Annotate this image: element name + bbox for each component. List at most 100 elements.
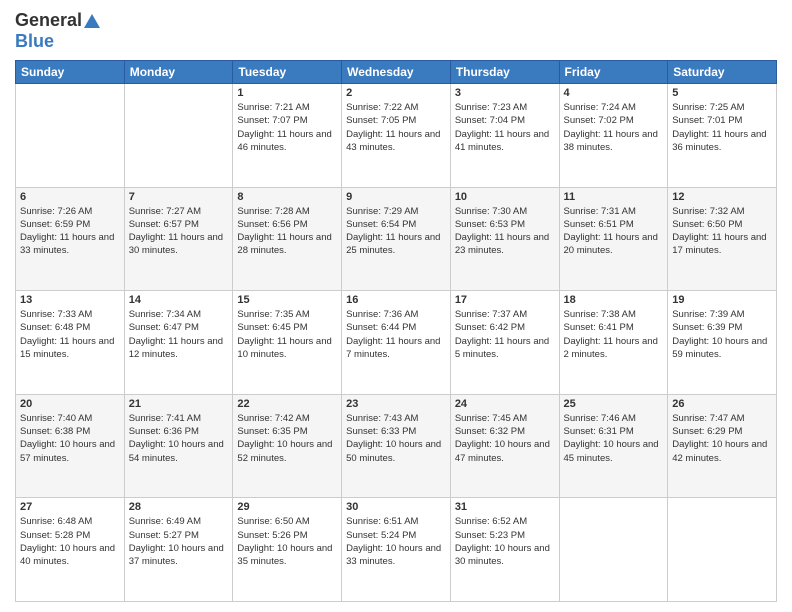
calendar-cell: 5 Sunrise: 7:25 AM Sunset: 7:01 PM Daylig… bbox=[668, 84, 777, 188]
day-info: Sunrise: 7:23 AM Sunset: 7:04 PM Dayligh… bbox=[455, 101, 555, 154]
calendar-week-row: 20 Sunrise: 7:40 AM Sunset: 6:38 PM Dayli… bbox=[16, 394, 777, 498]
day-info: Sunrise: 7:46 AM Sunset: 6:31 PM Dayligh… bbox=[564, 412, 664, 465]
day-number: 13 bbox=[20, 294, 120, 306]
calendar-cell: 22 Sunrise: 7:42 AM Sunset: 6:35 PM Dayli… bbox=[233, 394, 342, 498]
day-number: 31 bbox=[455, 501, 555, 513]
calendar-cell: 12 Sunrise: 7:32 AM Sunset: 6:50 PM Dayli… bbox=[668, 187, 777, 291]
day-number: 27 bbox=[20, 501, 120, 513]
day-number: 14 bbox=[129, 294, 229, 306]
day-info: Sunrise: 7:30 AM Sunset: 6:53 PM Dayligh… bbox=[455, 205, 555, 258]
day-number: 3 bbox=[455, 87, 555, 99]
day-number: 24 bbox=[455, 398, 555, 410]
day-number: 29 bbox=[237, 501, 337, 513]
day-info: Sunrise: 7:33 AM Sunset: 6:48 PM Dayligh… bbox=[20, 308, 120, 361]
day-number: 16 bbox=[346, 294, 446, 306]
day-number: 28 bbox=[129, 501, 229, 513]
day-info: Sunrise: 7:25 AM Sunset: 7:01 PM Dayligh… bbox=[672, 101, 772, 154]
calendar-cell: 14 Sunrise: 7:34 AM Sunset: 6:47 PM Dayli… bbox=[124, 291, 233, 395]
calendar-cell bbox=[16, 84, 125, 188]
calendar-cell: 11Sunrise: 7:31 AM Sunset: 6:51 PM Dayli… bbox=[559, 187, 668, 291]
logo-blue-text: Blue bbox=[15, 31, 54, 52]
day-number: 10 bbox=[455, 191, 555, 203]
day-number: 23 bbox=[346, 398, 446, 410]
day-number: 5 bbox=[672, 87, 772, 99]
day-number: 19 bbox=[672, 294, 772, 306]
day-info: Sunrise: 7:38 AM Sunset: 6:41 PM Dayligh… bbox=[564, 308, 664, 361]
day-number: 26 bbox=[672, 398, 772, 410]
day-number: 9 bbox=[346, 191, 446, 203]
calendar-header: SundayMondayTuesdayWednesdayThursdayFrid… bbox=[16, 61, 777, 84]
calendar-cell bbox=[559, 498, 668, 602]
calendar-cell: 23 Sunrise: 7:43 AM Sunset: 6:33 PM Dayli… bbox=[342, 394, 451, 498]
calendar-cell: 7 Sunrise: 7:27 AM Sunset: 6:57 PM Daylig… bbox=[124, 187, 233, 291]
day-number: 30 bbox=[346, 501, 446, 513]
calendar: SundayMondayTuesdayWednesdayThursdayFrid… bbox=[15, 60, 777, 602]
calendar-cell: 30Sunrise: 6:51 AM Sunset: 5:24 PM Dayli… bbox=[342, 498, 451, 602]
day-info: Sunrise: 7:29 AM Sunset: 6:54 PM Dayligh… bbox=[346, 205, 446, 258]
calendar-cell: 31 Sunrise: 6:52 AM Sunset: 5:23 PM Dayli… bbox=[450, 498, 559, 602]
day-number: 15 bbox=[237, 294, 337, 306]
calendar-cell: 24 Sunrise: 7:45 AM Sunset: 6:32 PM Dayli… bbox=[450, 394, 559, 498]
day-of-week-header: Thursday bbox=[450, 61, 559, 84]
day-info: Sunrise: 7:45 AM Sunset: 6:32 PM Dayligh… bbox=[455, 412, 555, 465]
day-info: Sunrise: 7:42 AM Sunset: 6:35 PM Dayligh… bbox=[237, 412, 337, 465]
day-info: Sunrise: 6:52 AM Sunset: 5:23 PM Dayligh… bbox=[455, 515, 555, 568]
calendar-cell: 6 Sunrise: 7:26 AM Sunset: 6:59 PM Daylig… bbox=[16, 187, 125, 291]
calendar-cell: 8 Sunrise: 7:28 AM Sunset: 6:56 PM Daylig… bbox=[233, 187, 342, 291]
day-info: Sunrise: 7:43 AM Sunset: 6:33 PM Dayligh… bbox=[346, 412, 446, 465]
day-info: Sunrise: 7:28 AM Sunset: 6:56 PM Dayligh… bbox=[237, 205, 337, 258]
calendar-cell: 17Sunrise: 7:37 AM Sunset: 6:42 PM Dayli… bbox=[450, 291, 559, 395]
calendar-cell: 15Sunrise: 7:35 AM Sunset: 6:45 PM Dayli… bbox=[233, 291, 342, 395]
day-info: Sunrise: 7:37 AM Sunset: 6:42 PM Dayligh… bbox=[455, 308, 555, 361]
calendar-cell: 9 Sunrise: 7:29 AM Sunset: 6:54 PM Daylig… bbox=[342, 187, 451, 291]
day-info: Sunrise: 6:49 AM Sunset: 5:27 PM Dayligh… bbox=[129, 515, 229, 568]
header: General Blue bbox=[15, 10, 777, 52]
day-number: 11 bbox=[564, 191, 664, 203]
days-of-week-row: SundayMondayTuesdayWednesdayThursdayFrid… bbox=[16, 61, 777, 84]
calendar-cell: 3 Sunrise: 7:23 AM Sunset: 7:04 PM Daylig… bbox=[450, 84, 559, 188]
day-info: Sunrise: 7:41 AM Sunset: 6:36 PM Dayligh… bbox=[129, 412, 229, 465]
day-info: Sunrise: 7:47 AM Sunset: 6:29 PM Dayligh… bbox=[672, 412, 772, 465]
day-info: Sunrise: 7:21 AM Sunset: 7:07 PM Dayligh… bbox=[237, 101, 337, 154]
day-number: 18 bbox=[564, 294, 664, 306]
calendar-body: 1 Sunrise: 7:21 AM Sunset: 7:07 PM Daylig… bbox=[16, 84, 777, 602]
calendar-cell: 1 Sunrise: 7:21 AM Sunset: 7:07 PM Daylig… bbox=[233, 84, 342, 188]
calendar-cell: 26 Sunrise: 7:47 AM Sunset: 6:29 PM Dayli… bbox=[668, 394, 777, 498]
calendar-cell: 13 Sunrise: 7:33 AM Sunset: 6:48 PM Dayli… bbox=[16, 291, 125, 395]
day-number: 8 bbox=[237, 191, 337, 203]
calendar-cell: 18 Sunrise: 7:38 AM Sunset: 6:41 PM Dayli… bbox=[559, 291, 668, 395]
day-number: 4 bbox=[564, 87, 664, 99]
calendar-cell: 28 Sunrise: 6:49 AM Sunset: 5:27 PM Dayli… bbox=[124, 498, 233, 602]
day-of-week-header: Sunday bbox=[16, 61, 125, 84]
day-info: Sunrise: 7:24 AM Sunset: 7:02 PM Dayligh… bbox=[564, 101, 664, 154]
calendar-cell: 10 Sunrise: 7:30 AM Sunset: 6:53 PM Dayli… bbox=[450, 187, 559, 291]
day-info: Sunrise: 7:36 AM Sunset: 6:44 PM Dayligh… bbox=[346, 308, 446, 361]
day-number: 20 bbox=[20, 398, 120, 410]
day-number: 6 bbox=[20, 191, 120, 203]
day-info: Sunrise: 7:39 AM Sunset: 6:39 PM Dayligh… bbox=[672, 308, 772, 361]
day-info: Sunrise: 6:50 AM Sunset: 5:26 PM Dayligh… bbox=[237, 515, 337, 568]
calendar-cell: 16 Sunrise: 7:36 AM Sunset: 6:44 PM Dayli… bbox=[342, 291, 451, 395]
logo-general-text: General bbox=[15, 10, 82, 31]
day-info: Sunrise: 7:22 AM Sunset: 7:05 PM Dayligh… bbox=[346, 101, 446, 154]
day-number: 1 bbox=[237, 87, 337, 99]
day-number: 25 bbox=[564, 398, 664, 410]
calendar-cell: 29 Sunrise: 6:50 AM Sunset: 5:26 PM Dayli… bbox=[233, 498, 342, 602]
calendar-cell: 20 Sunrise: 7:40 AM Sunset: 6:38 PM Dayli… bbox=[16, 394, 125, 498]
day-info: Sunrise: 7:40 AM Sunset: 6:38 PM Dayligh… bbox=[20, 412, 120, 465]
calendar-cell: 4 Sunrise: 7:24 AM Sunset: 7:02 PM Daylig… bbox=[559, 84, 668, 188]
logo-triangle-icon bbox=[84, 14, 100, 28]
day-info: Sunrise: 7:27 AM Sunset: 6:57 PM Dayligh… bbox=[129, 205, 229, 258]
day-number: 22 bbox=[237, 398, 337, 410]
day-number: 12 bbox=[672, 191, 772, 203]
day-info: Sunrise: 7:32 AM Sunset: 6:50 PM Dayligh… bbox=[672, 205, 772, 258]
calendar-week-row: 6 Sunrise: 7:26 AM Sunset: 6:59 PM Daylig… bbox=[16, 187, 777, 291]
calendar-cell bbox=[668, 498, 777, 602]
calendar-week-row: 27Sunrise: 6:48 AM Sunset: 5:28 PM Dayli… bbox=[16, 498, 777, 602]
calendar-cell: 2Sunrise: 7:22 AM Sunset: 7:05 PM Daylig… bbox=[342, 84, 451, 188]
day-number: 7 bbox=[129, 191, 229, 203]
day-of-week-header: Friday bbox=[559, 61, 668, 84]
day-info: Sunrise: 7:34 AM Sunset: 6:47 PM Dayligh… bbox=[129, 308, 229, 361]
day-info: Sunrise: 7:26 AM Sunset: 6:59 PM Dayligh… bbox=[20, 205, 120, 258]
day-of-week-header: Tuesday bbox=[233, 61, 342, 84]
